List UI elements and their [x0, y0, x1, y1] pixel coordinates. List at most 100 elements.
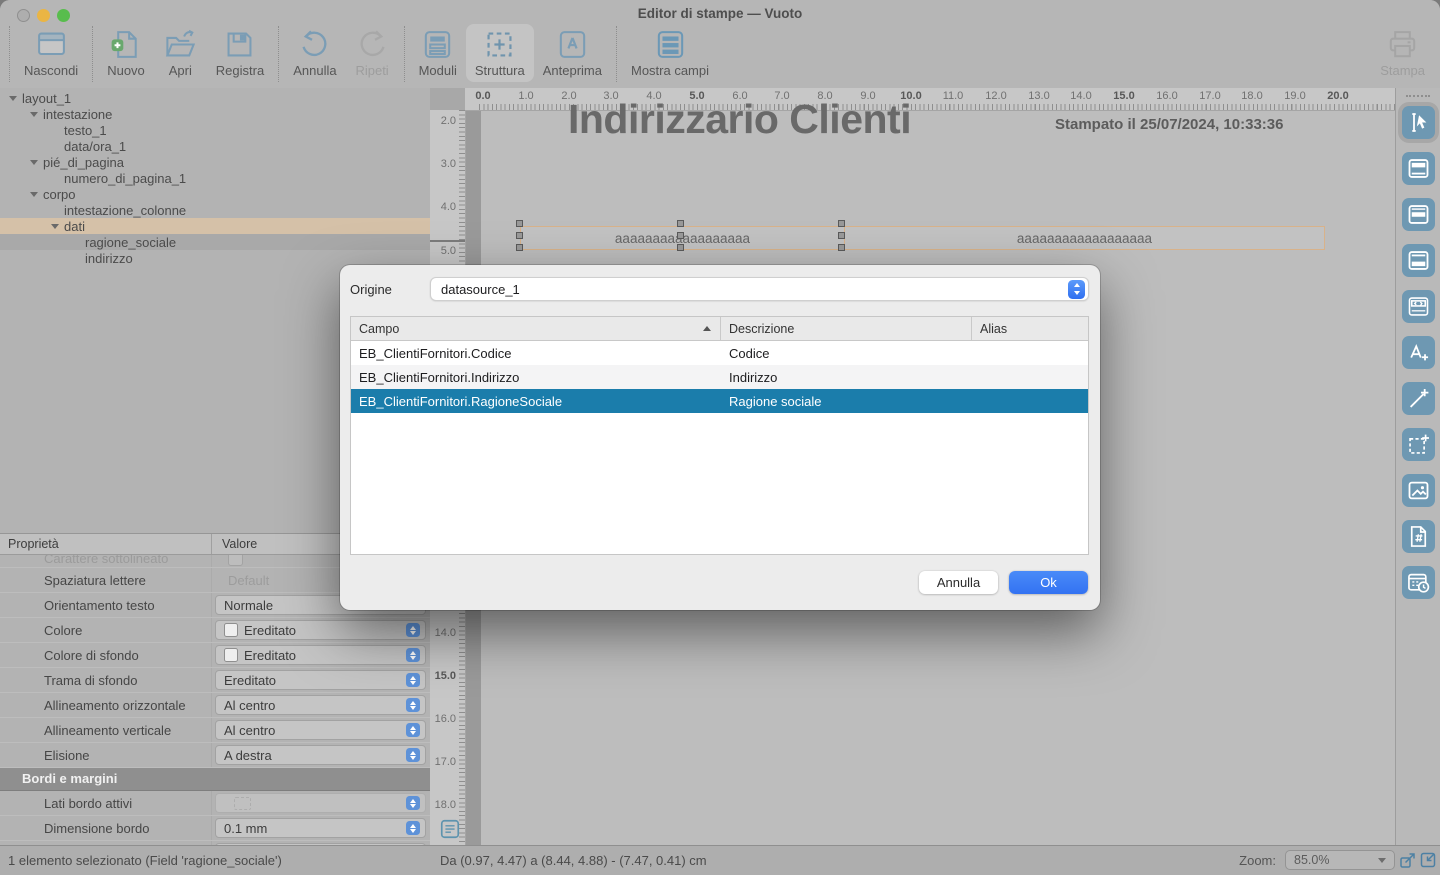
header-section-tool-icon[interactable]	[1402, 152, 1435, 185]
tree-item-dati[interactable]: dati	[0, 218, 430, 234]
value-dropdown[interactable]	[215, 793, 426, 813]
page-number-tool-icon[interactable]	[1402, 520, 1435, 553]
stepper-icon[interactable]	[406, 748, 420, 762]
value-dropdown[interactable]: A destra	[215, 745, 426, 765]
chevron-down-icon[interactable]	[8, 96, 22, 101]
selection-handle[interactable]	[516, 232, 523, 239]
tree-item-intestazione[interactable]: intestazione	[0, 106, 430, 122]
checkbox[interactable]	[224, 623, 238, 637]
chevron-down-icon[interactable]	[29, 112, 43, 117]
field-indirizzo[interactable]: aaaaaaaaaaaaaaaaaa	[844, 227, 1324, 249]
stepper-icon[interactable]	[406, 821, 420, 835]
stepper-icon[interactable]	[406, 673, 420, 687]
selection-handle[interactable]	[516, 244, 523, 251]
stepper-icon[interactable]	[406, 723, 420, 737]
stampa-button[interactable]: Stampa	[1371, 24, 1434, 82]
apri-button[interactable]: Apri	[154, 24, 207, 82]
border-sides-icon	[234, 797, 251, 810]
body-section-tool-icon[interactable]	[1402, 198, 1435, 231]
ok-button[interactable]: Ok	[1009, 571, 1088, 594]
data-band: aaaaaaaaaaaaaaaaaa aaaaaaaaaaaaaaaaaa	[520, 226, 1325, 250]
column-header-descrizione[interactable]: Descrizione	[721, 317, 972, 340]
stepper-icon[interactable]	[406, 796, 420, 810]
nuovo-button[interactable]: Nuovo	[98, 24, 154, 82]
fit-window-icon[interactable]	[1399, 851, 1417, 869]
value-dropdown[interactable]: Ereditato	[215, 645, 426, 665]
tree-item-layout[interactable]: layout_1	[0, 90, 430, 106]
hide-panel-icon	[34, 27, 69, 62]
checkbox[interactable]	[224, 648, 238, 662]
property-row: Allineamento verticale Al centro	[0, 718, 430, 743]
selection-handle[interactable]	[677, 220, 684, 227]
chevron-down-icon[interactable]	[50, 224, 64, 229]
tree-item-intestazione-colonne[interactable]: intestazione_colonne	[0, 202, 430, 218]
sidebar-drag-handle[interactable]	[1406, 95, 1430, 97]
registra-button[interactable]: Registra	[207, 24, 273, 82]
value-dropdown[interactable]: Ereditato	[215, 620, 426, 640]
undo-icon	[297, 27, 332, 62]
datasource-select[interactable]: datasource_1	[430, 277, 1089, 301]
add-rectangle-tool-icon[interactable]	[1402, 428, 1435, 461]
selection-handle[interactable]	[516, 220, 523, 227]
value-dropdown[interactable]: Ereditato	[215, 670, 426, 690]
toolbar-separator	[278, 26, 279, 82]
tree-item-numero-di-pagina[interactable]: numero_di_pagina_1	[0, 170, 430, 186]
property-row: Dimensione bordo 0.1 mm	[0, 816, 430, 841]
page-setup-icon[interactable]	[439, 818, 461, 840]
stepper-icon[interactable]	[406, 698, 420, 712]
stepper-icon[interactable]	[406, 623, 420, 637]
value-dropdown[interactable]: 0.1 mm	[215, 818, 426, 838]
image-tool-icon[interactable]	[1402, 474, 1435, 507]
selection-handle[interactable]	[838, 220, 845, 227]
struttura-button[interactable]: Struttura	[466, 24, 534, 82]
anteprima-button[interactable]: Anteprima	[534, 24, 611, 82]
footer-section-tool-icon[interactable]	[1402, 244, 1435, 277]
tree-item-corpo[interactable]: corpo	[0, 186, 430, 202]
table-row[interactable]: EB_ClientiFornitori.Indirizzo Indirizzo	[351, 365, 1088, 389]
toolbar-separator	[92, 26, 93, 82]
column-header-alias[interactable]: Alias	[972, 317, 1088, 340]
ripeti-button[interactable]: Ripeti	[346, 24, 399, 82]
chevron-down-icon[interactable]	[29, 160, 43, 165]
selection-handle[interactable]	[838, 244, 845, 251]
value-dropdown[interactable]: Al centro	[215, 720, 426, 740]
stepper-icon[interactable]	[406, 648, 420, 662]
canvas-title-element[interactable]: Indirizzario Clienti	[568, 96, 911, 143]
tree-item-pie-di-pagina[interactable]: pié_di_pagina	[0, 154, 430, 170]
nascondi-button[interactable]: Nascondi	[15, 24, 87, 82]
selection-handle[interactable]	[838, 232, 845, 239]
print-icon	[1385, 27, 1420, 62]
fit-page-icon[interactable]	[1419, 851, 1437, 869]
selection-handle[interactable]	[677, 232, 684, 239]
status-bar: 1 elemento selezionato (Field 'ragione_s…	[0, 845, 1440, 875]
redo-icon	[355, 27, 390, 62]
checkbox[interactable]	[228, 555, 243, 566]
canvas-datetime-element[interactable]: Stampato il 25/07/2024, 10:33:36	[1055, 116, 1283, 133]
add-line-tool-icon[interactable]	[1402, 382, 1435, 415]
select-tool-icon[interactable]	[1402, 106, 1435, 139]
tree-item-testo[interactable]: testo_1	[0, 122, 430, 138]
new-document-icon	[108, 27, 143, 62]
table-row-selected[interactable]: EB_ClientiFornitori.RagioneSociale Ragio…	[351, 389, 1088, 413]
chevron-down-icon[interactable]	[29, 192, 43, 197]
field-picker-dialog: Origine datasource_1 Campo Descrizione A…	[340, 265, 1100, 610]
datetime-tool-icon[interactable]	[1402, 566, 1435, 599]
moduli-button[interactable]: Moduli	[410, 24, 466, 82]
field-section-tool-icon[interactable]	[1402, 290, 1435, 323]
value-dropdown[interactable]: Al centro	[215, 695, 426, 715]
zoom-select[interactable]: 85.0%	[1285, 850, 1395, 870]
tree-item-data-ora[interactable]: data/ora_1	[0, 138, 430, 154]
mostra-campi-button[interactable]: Mostra campi	[622, 24, 718, 82]
annulla-button[interactable]: Annulla	[919, 571, 998, 594]
property-row: Lati bordo attivi	[0, 791, 430, 816]
selection-handle[interactable]	[677, 244, 684, 251]
fields-table-header: Campo Descrizione Alias	[351, 317, 1088, 341]
open-folder-icon	[163, 27, 198, 62]
table-row[interactable]: EB_ClientiFornitori.Codice Codice	[351, 341, 1088, 365]
tree-item-ragione-sociale[interactable]: ragione_sociale	[0, 234, 430, 250]
annulla-button[interactable]: Annulla	[284, 24, 345, 82]
add-text-tool-icon[interactable]	[1402, 336, 1435, 369]
fields-table: Campo Descrizione Alias EB_ClientiFornit…	[350, 316, 1089, 555]
column-header-campo[interactable]: Campo	[351, 317, 721, 340]
tree-item-indirizzo[interactable]: indirizzo	[0, 250, 430, 266]
